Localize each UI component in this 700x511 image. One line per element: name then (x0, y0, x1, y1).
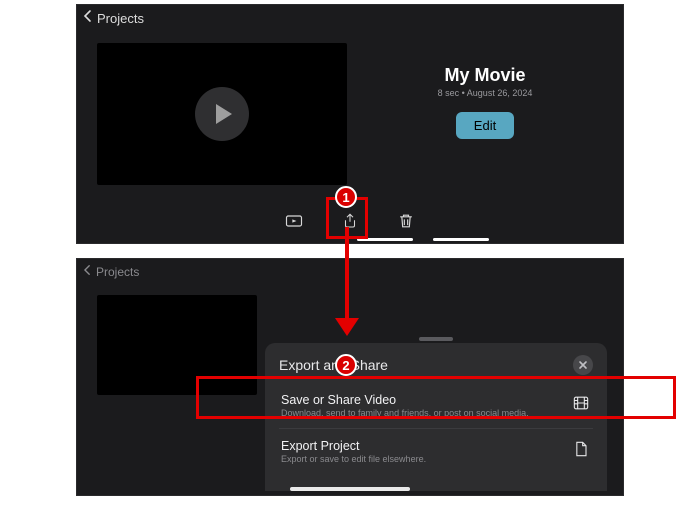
project-subtitle: 8 sec • August 26, 2024 (438, 88, 533, 98)
annotation-arrow (345, 227, 349, 321)
home-indicator (290, 487, 410, 491)
project-meta: My Movie 8 sec • August 26, 2024 Edit (367, 43, 603, 185)
close-icon[interactable] (573, 355, 593, 375)
annotation-step-2: 2 (335, 354, 357, 376)
back-label[interactable]: Projects (97, 11, 144, 26)
project-title: My Movie (444, 65, 525, 86)
video-thumbnail[interactable] (97, 43, 347, 185)
document-icon (571, 439, 591, 464)
back-label: Projects (96, 265, 139, 279)
row-title: Export Project (281, 439, 426, 453)
chevron-left-icon[interactable] (83, 9, 93, 28)
nav-bar: Projects (77, 5, 623, 29)
sheet-grabber[interactable] (419, 337, 453, 341)
play-icon[interactable] (195, 87, 249, 141)
play-rect-icon[interactable] (282, 209, 306, 233)
row-subtitle: Export or save to edit file elsewhere. (281, 454, 426, 464)
annotation-arrow-head (335, 318, 359, 336)
indicator-bar (433, 238, 489, 241)
chevron-left-icon (83, 263, 92, 281)
nav-bar: Projects (77, 259, 623, 283)
export-project-row[interactable]: Export Project Export or save to edit fi… (279, 431, 593, 472)
annotation-highlight-row (196, 376, 676, 419)
divider (279, 428, 593, 429)
sheet-title: Export and Share (279, 357, 388, 373)
trash-icon[interactable] (394, 209, 418, 233)
annotation-step-1: 1 (335, 186, 357, 208)
edit-button[interactable]: Edit (456, 112, 514, 139)
